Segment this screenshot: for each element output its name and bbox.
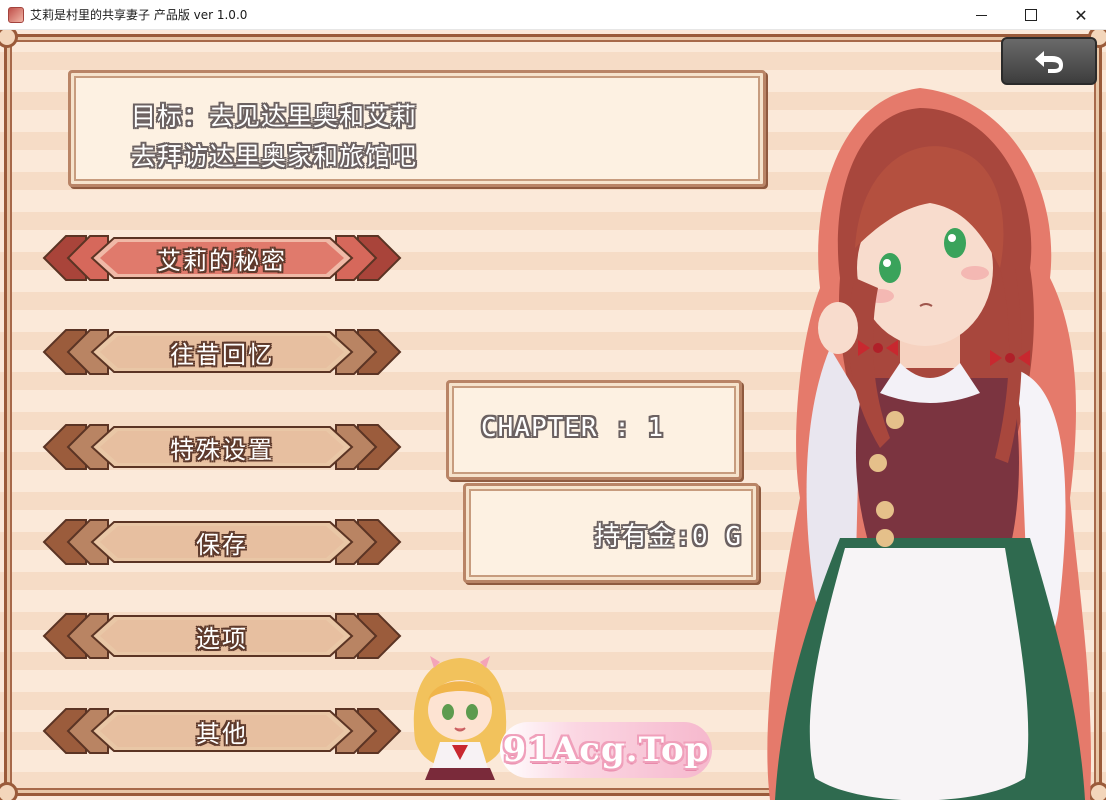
- close-button[interactable]: ✕: [1056, 0, 1106, 30]
- objective-panel: 目标：去见达里奥和艾莉 去拜访达里奥家和旅馆吧: [68, 70, 766, 187]
- window-title: 艾莉是村里的共享妻子 产品版 ver 1.0.0: [30, 8, 248, 22]
- frame-corner-ornament: [0, 30, 18, 48]
- watermark-badge: 91Acg.Top: [500, 722, 712, 778]
- menu-button-label: 往昔回忆: [170, 340, 274, 369]
- menu-button-label: 其他: [196, 719, 248, 748]
- menu-button-label: 保存: [196, 530, 248, 559]
- menu-button-special-settings[interactable]: 特殊设置: [42, 419, 402, 475]
- objective-title: 目标：去见达里奥和艾莉: [131, 102, 418, 131]
- chapter-panel: CHAPTER : 1: [446, 380, 742, 480]
- menu-button-ellie-secret[interactable]: 艾莉的秘密: [42, 230, 402, 286]
- chapter-label: CHAPTER : 1: [481, 413, 665, 443]
- watermark-text: 91Acg.Top: [502, 730, 710, 770]
- maximize-button[interactable]: [1006, 0, 1056, 30]
- menu-button-save[interactable]: 保存: [42, 514, 402, 570]
- menu-button-options[interactable]: 选项: [42, 608, 402, 664]
- window-titlebar: 艾莉是村里的共享妻子 产品版 ver 1.0.0 ✕: [0, 0, 1106, 30]
- minimize-button[interactable]: [956, 0, 1006, 30]
- menu-button-label: 特殊设置: [170, 435, 274, 464]
- gold-label: 持有金:0 G: [594, 522, 742, 552]
- return-arrow-icon: [1035, 51, 1063, 73]
- menu-button-memories[interactable]: 往昔回忆: [42, 324, 402, 380]
- window-controls: ✕: [956, 0, 1106, 30]
- menu-button-label: 艾莉的秘密: [157, 246, 287, 275]
- frame-corner-ornament: [0, 782, 18, 800]
- menu-button-label: 选项: [196, 624, 248, 653]
- menu-button-other[interactable]: 其他: [42, 703, 402, 759]
- character-portrait: [767, 88, 1091, 800]
- game-viewport: 目标：去见达里奥和艾莉 去拜访达里奥家和旅馆吧 艾莉的秘密往昔回忆特殊设置保存选…: [0, 30, 1106, 800]
- app-icon: [8, 6, 24, 23]
- gold-panel: 持有金:0 G: [463, 483, 759, 583]
- objective-description: 去拜访达里奥家和旅馆吧: [131, 142, 418, 171]
